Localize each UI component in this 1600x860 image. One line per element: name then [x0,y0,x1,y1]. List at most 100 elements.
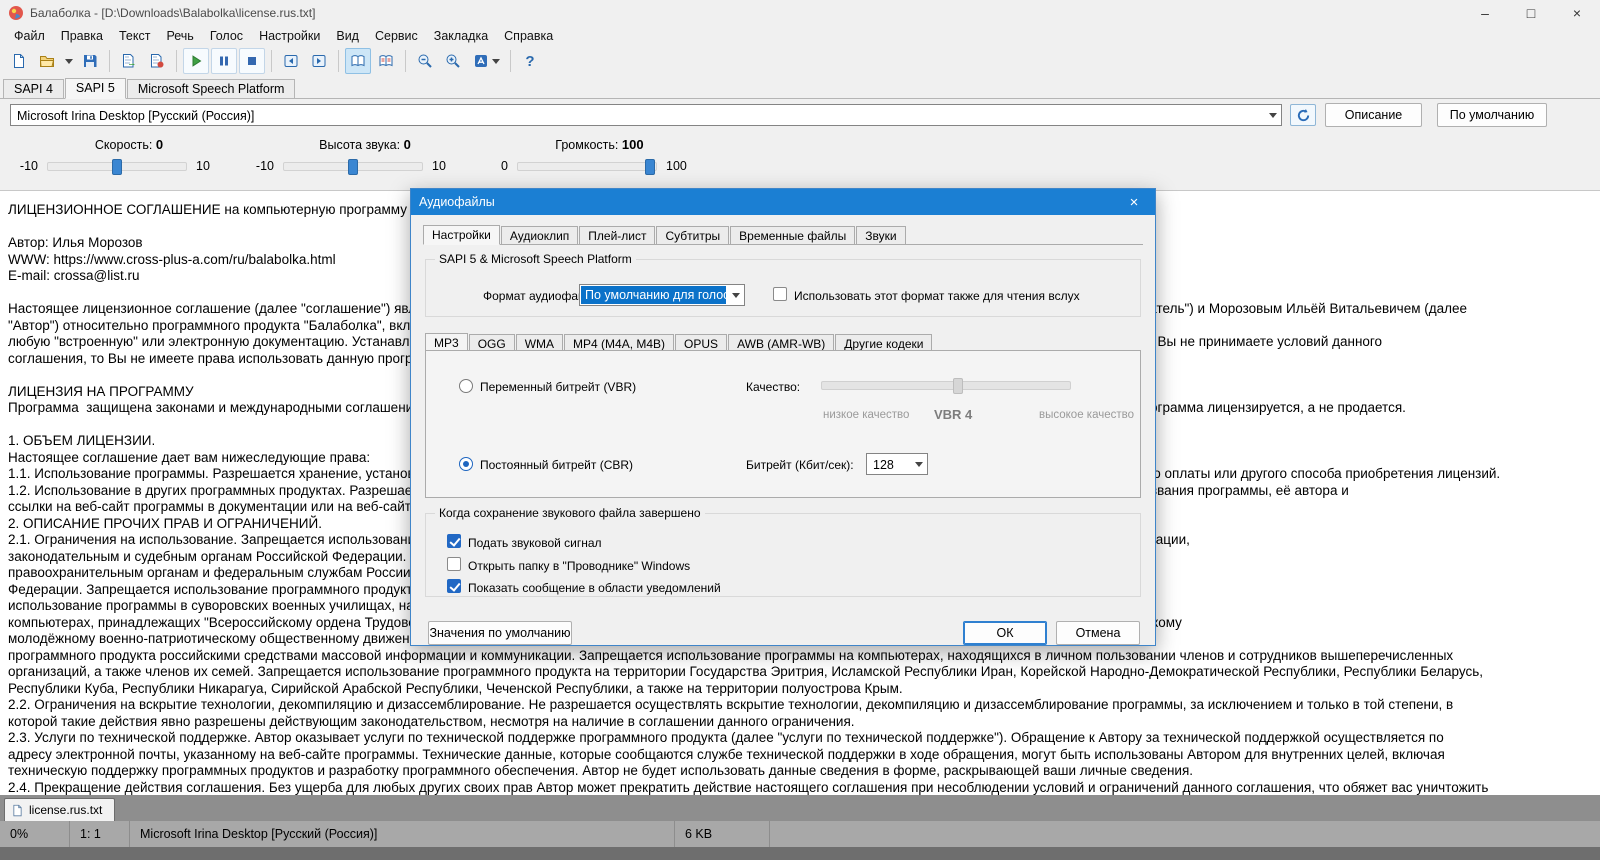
menu-item[interactable]: Закладка [426,27,496,45]
save-file-button[interactable] [77,48,103,74]
toolbar-separator [271,50,272,72]
volume-slider[interactable] [517,162,657,171]
codec-tab-strip: MP3 OGG WMA MP4 (M4A, M4B) OPUS AWB (AMR… [425,332,1139,351]
play-icon [188,53,204,69]
text-line: программного продукта российскими средст… [8,648,1600,665]
save-audio-file-button[interactable] [144,48,170,74]
pitch-slider-group: Высота звука: 0 -10 10 [252,137,452,173]
tab-wma[interactable]: WMA [516,334,563,351]
cbr-radio[interactable] [459,457,473,471]
minimize-button[interactable]: – [1462,0,1508,26]
pause-button[interactable] [211,48,237,74]
close-button[interactable]: × [1554,0,1600,26]
menu-item[interactable]: Справка [496,27,561,45]
magnifier-decrease-button[interactable] [412,48,438,74]
show-notification-label: Показать сообщение в области уведомлений [468,581,721,595]
magnifier-increase-button[interactable] [440,48,466,74]
menu-item[interactable]: Голос [202,27,251,45]
document-tab[interactable]: license.rus.txt [4,798,115,821]
tab-awb[interactable]: AWB (AMR-WB) [728,334,834,351]
tab-sapi5[interactable]: SAPI 5 [65,78,126,99]
open-file-dropdown[interactable] [62,48,75,74]
rate-slider-thumb[interactable] [112,159,122,175]
tab-ogg[interactable]: OGG [469,334,515,351]
stop-button[interactable] [239,48,265,74]
bitrate-combobox[interactable]: 128 [866,453,928,475]
tab-sapi4[interactable]: SAPI 4 [3,79,64,98]
open-file-button[interactable] [34,48,60,74]
description-button[interactable]: Описание [1325,103,1422,127]
refresh-icon [1296,108,1311,123]
rate-min: -10 [16,159,38,173]
tab-settings[interactable]: Настройки [423,225,500,245]
rate-slider-group: Скорость: 0 -10 10 [16,137,216,173]
window-bottom-edge [0,847,1600,860]
maximize-button[interactable]: □ [1508,0,1554,26]
combo-arrow[interactable] [1264,105,1281,125]
toolbar-separator [405,50,406,72]
volume-slider-thumb[interactable] [645,159,655,175]
mp3-panel [425,350,1141,498]
use-format-checkbox[interactable] [773,287,787,301]
pitch-slider[interactable] [283,162,423,171]
text-line: техническую поддержку программных продук… [8,763,1600,780]
ok-button[interactable]: ОК [963,621,1047,645]
voice-list-icon [473,53,489,69]
menu-item[interactable]: Правка [53,27,111,45]
voice-combobox[interactable]: Microsoft Irina Desktop [Русский (Россия… [10,104,1282,126]
status-filler [770,821,1600,847]
watch-clipboard-button[interactable] [345,48,371,74]
volume-value: 100 [622,137,644,152]
tab-sounds[interactable]: Звуки [856,226,905,244]
help-button[interactable]: ? [517,48,543,74]
play-button[interactable] [183,48,209,74]
quality-slider[interactable] [821,381,1071,390]
new-document-button[interactable] [6,48,32,74]
chevron-down-icon [915,462,923,467]
voice-list-dropdown-button[interactable] [468,48,504,74]
tab-opus[interactable]: OPUS [675,334,727,351]
audio-format-value: По умолчанию для голоса [581,286,726,304]
show-notification-checkbox[interactable] [447,579,461,593]
combo-arrow[interactable] [910,454,927,474]
tab-playlist[interactable]: Плей-лист [579,226,655,244]
tab-mp4[interactable]: MP4 (M4A, M4B) [564,334,674,351]
pitch-slider-thumb[interactable] [348,159,358,175]
sound-signal-checkbox[interactable] [447,534,461,548]
sapi-group-title: SAPI 5 & Microsoft Speech Platform [435,252,636,266]
audio-format-combobox[interactable]: По умолчанию для голоса [579,284,745,306]
next-fragment-button[interactable] [306,48,332,74]
rate-slider[interactable] [47,162,187,171]
quality-slider-thumb[interactable] [953,378,963,394]
tab-temp-files[interactable]: Временные файлы [730,226,855,244]
export-text-button[interactable] [116,48,142,74]
menu-item[interactable]: Сервис [367,27,426,45]
tab-audioclip[interactable]: Аудиоклип [501,226,578,244]
bitrate-value: 128 [868,455,909,473]
defaults-button[interactable]: Значения по умолчанию [428,621,572,645]
tab-subtitles[interactable]: Субтитры [656,226,729,244]
previous-fragment-button[interactable] [278,48,304,74]
menu-item[interactable]: Файл [6,27,53,45]
toolbar-separator [109,50,110,72]
default-voice-button[interactable]: По умолчанию [1437,103,1547,127]
menu-item[interactable]: Настройки [251,27,328,45]
document-tab-label: license.rus.txt [29,803,102,817]
combo-arrow[interactable] [727,285,744,305]
vbr-radio[interactable] [459,379,473,393]
menu-item[interactable]: Вид [328,27,367,45]
menu-item[interactable]: Речь [158,27,201,45]
dialog-close-button[interactable]: × [1113,189,1155,215]
next-fragment-icon [311,53,327,69]
cancel-button[interactable]: Отмена [1056,621,1140,645]
pitch-label: Высота звука: [319,138,400,152]
refresh-voices-button[interactable] [1290,104,1316,126]
open-folder-checkbox[interactable] [447,557,461,571]
tab-other-codecs[interactable]: Другие кодеки [835,334,932,351]
toolbar-separator [338,50,339,72]
volume-label: Громкость: [555,138,618,152]
tab-microsoft-speech-platform[interactable]: Microsoft Speech Platform [127,79,296,98]
subtitles-button[interactable] [373,48,399,74]
menu-item[interactable]: Текст [111,27,158,45]
stop-icon [244,53,260,69]
